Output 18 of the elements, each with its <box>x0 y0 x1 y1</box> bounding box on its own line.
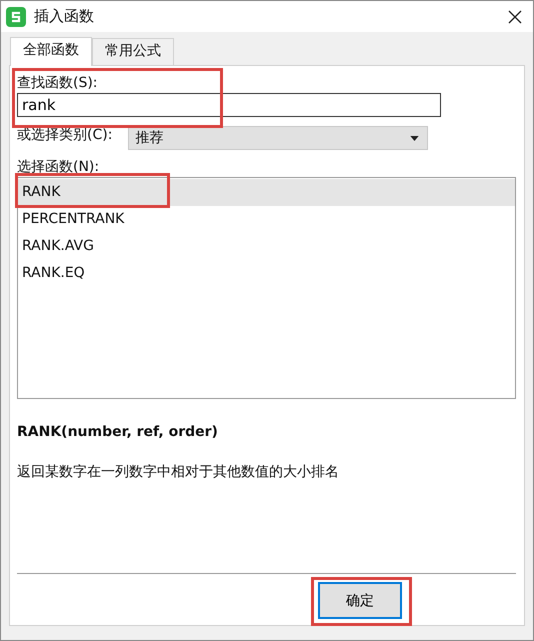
function-item[interactable]: RANK.AVG <box>18 233 515 260</box>
category-dropdown[interactable]: 推荐 <box>128 126 428 150</box>
function-item[interactable]: RANK.EQ <box>18 260 515 287</box>
search-field[interactable]: rank <box>17 93 441 117</box>
close-icon[interactable] <box>508 10 522 24</box>
function-item[interactable]: PERCENTRANK <box>18 206 515 233</box>
caret-icon <box>410 136 420 140</box>
function-item[interactable]: RANK <box>18 179 515 206</box>
window-title: 插入函数 <box>34 7 94 26</box>
category-label: 或选择类别(C): <box>17 126 112 144</box>
tab[interactable]: 全部函数 <box>10 37 92 66</box>
function-signature: RANK(number, ref, order) <box>17 424 219 440</box>
function-list-label: 选择函数(N): <box>17 158 100 176</box>
search-label: 查找函数(S): <box>17 74 98 92</box>
app-logo-icon <box>6 6 26 26</box>
ok-button[interactable]: 确定 <box>318 582 402 619</box>
tab[interactable]: 常用公式 <box>92 38 174 65</box>
function-description: 返回某数字在一列数字中相对于其他数值的大小排名 <box>17 463 340 481</box>
